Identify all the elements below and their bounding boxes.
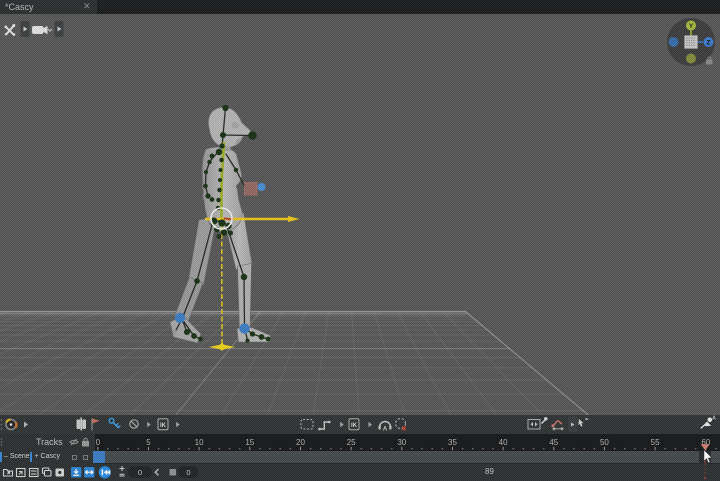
svg-text:A: A [712, 416, 716, 422]
svg-text:A: A [383, 427, 388, 433]
svg-text:0: 0 [186, 467, 190, 476]
svg-text:Y: Y [689, 23, 694, 30]
svg-text:Z: Z [707, 39, 711, 46]
svg-text:0: 0 [138, 467, 142, 476]
svg-text:IK: IK [351, 423, 358, 429]
svg-text:IK: IK [160, 423, 167, 429]
